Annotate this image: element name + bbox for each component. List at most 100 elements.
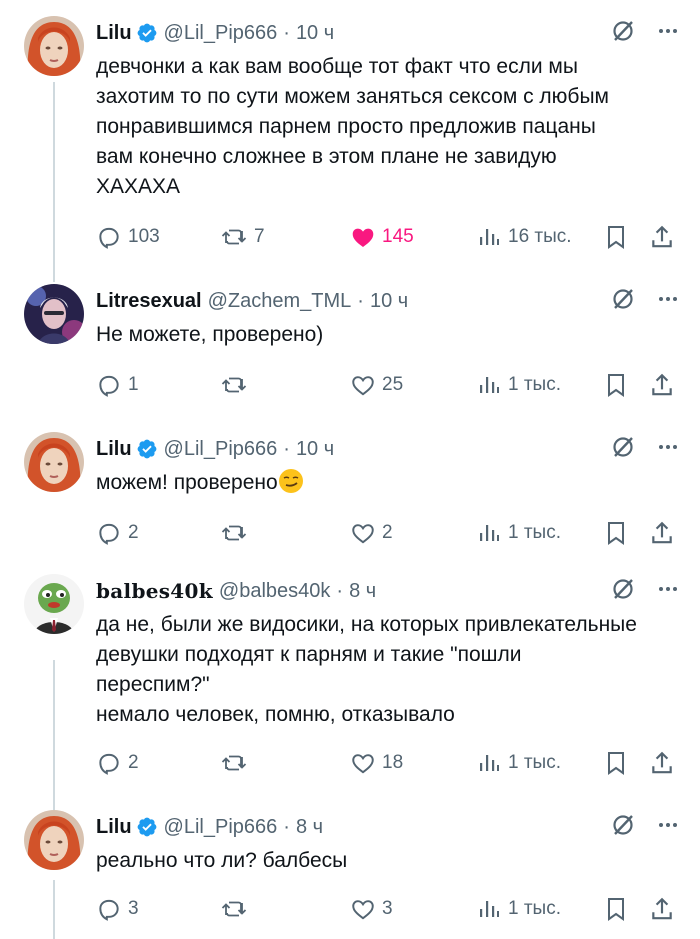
like-icon [352, 376, 374, 396]
views-icon [480, 525, 499, 541]
tweet-text: реально что ли? балбесы [96, 849, 348, 872]
timestamp[interactable]: 8 ч [349, 580, 376, 603]
display-name[interactable]: Lilu [96, 438, 132, 461]
reply-icon [99, 753, 119, 775]
grok-icon[interactable] [610, 576, 636, 602]
avatar[interactable] [24, 810, 84, 870]
repost-icon [221, 377, 247, 393]
reply-count: 1 [128, 374, 139, 395]
separator: · [283, 21, 290, 44]
display-name[interactable]: Litresexual [96, 290, 202, 313]
like-button[interactable]: 145 [350, 222, 414, 252]
views-button[interactable]: 1 тыс. [478, 518, 561, 548]
repost-button[interactable] [220, 518, 254, 548]
verified-badge-icon [137, 817, 156, 837]
views-button[interactable]: 16 тыс. [478, 222, 572, 252]
share-icon [652, 521, 672, 544]
more-icon[interactable] [656, 19, 680, 43]
reply-count: 2 [128, 752, 139, 773]
repost-button[interactable] [220, 894, 254, 924]
view-count: 1 тыс. [508, 898, 561, 919]
timestamp[interactable]: 8 ч [296, 816, 323, 839]
more-icon[interactable] [656, 435, 680, 459]
reply-button[interactable]: 2 [96, 748, 139, 778]
more-icon[interactable] [656, 813, 680, 837]
thread-line [53, 660, 55, 810]
view-count: 16 тыс. [508, 226, 572, 247]
reply-button[interactable]: 3 [96, 894, 139, 924]
like-icon [352, 524, 374, 544]
avatar[interactable] [24, 432, 84, 492]
reply-button[interactable]: 2 [96, 518, 139, 548]
bookmark-button[interactable] [604, 518, 628, 548]
repost-icon [221, 901, 247, 917]
bookmark-icon [608, 374, 624, 397]
display-name[interactable]: Lilu [96, 22, 132, 45]
thread-line [53, 880, 55, 939]
bookmark-button[interactable] [604, 894, 628, 924]
avatar[interactable] [24, 574, 84, 634]
bookmark-button[interactable] [604, 222, 628, 252]
display-name[interactable]: Lilu [96, 816, 132, 839]
views-button[interactable]: 1 тыс. [478, 370, 561, 400]
like-count: 2 [382, 522, 393, 543]
reply-count: 103 [128, 226, 160, 247]
tweet-text: девчонки а как вам вообще тот факт что е… [96, 55, 609, 198]
like-count: 18 [382, 752, 404, 773]
timestamp[interactable]: 10 ч [296, 438, 334, 461]
grok-icon[interactable] [610, 812, 636, 838]
views-button[interactable]: 1 тыс. [478, 894, 561, 924]
separator: · [357, 289, 364, 312]
like-count: 25 [382, 374, 404, 395]
handle[interactable]: @Lil_Pip666 [164, 816, 278, 839]
handle[interactable]: @Lil_Pip666 [164, 22, 278, 45]
action-bar: 3 3 1 тыс. [96, 894, 680, 924]
share-button[interactable] [649, 370, 675, 400]
more-icon[interactable] [656, 577, 680, 601]
reply-button[interactable]: 103 [96, 222, 160, 252]
repost-button[interactable] [220, 370, 254, 400]
timestamp[interactable]: 10 ч [296, 22, 334, 45]
like-button[interactable]: 25 [350, 370, 403, 400]
views-button[interactable]: 1 тыс. [478, 748, 561, 778]
share-button[interactable] [649, 748, 675, 778]
action-bar: 103 7 145 16 тыс. [96, 222, 680, 252]
share-button[interactable] [649, 222, 675, 252]
bookmark-button[interactable] [604, 748, 628, 778]
share-icon [652, 373, 672, 396]
reply-button[interactable]: 1 [96, 370, 139, 400]
reply-icon [99, 227, 119, 249]
bookmark-icon [608, 898, 624, 921]
avatar[interactable] [24, 16, 84, 76]
bookmark-icon [608, 522, 624, 545]
grok-icon[interactable] [610, 434, 636, 460]
action-bar: 2 2 1 тыс. [96, 518, 680, 548]
grok-icon[interactable] [610, 18, 636, 44]
handle[interactable]: @balbes40k [219, 580, 330, 603]
like-button[interactable]: 18 [350, 748, 403, 778]
like-count: 3 [382, 898, 393, 919]
handle[interactable]: @Zachem_TML [208, 290, 352, 313]
separator: · [283, 437, 290, 460]
share-button[interactable] [649, 518, 675, 548]
repost-icon [221, 525, 247, 541]
reply-count: 2 [128, 522, 139, 543]
tweet-text: Не можете, проверено) [96, 323, 324, 346]
like-icon [352, 900, 374, 920]
tweet-text: да не, были же видосики, на которых прив… [96, 613, 637, 726]
display-name[interactable]: balbes40k [96, 579, 213, 603]
like-button[interactable]: 2 [350, 518, 393, 548]
grok-icon[interactable] [610, 286, 636, 312]
view-count: 1 тыс. [508, 522, 561, 543]
views-icon [480, 755, 499, 771]
timestamp[interactable]: 10 ч [370, 290, 408, 313]
bookmark-button[interactable] [604, 370, 628, 400]
handle[interactable]: @Lil_Pip666 [164, 438, 278, 461]
share-button[interactable] [649, 894, 675, 924]
repost-button[interactable]: 7 [220, 222, 265, 252]
more-icon[interactable] [656, 287, 680, 311]
view-count: 1 тыс. [508, 752, 561, 773]
like-button[interactable]: 3 [350, 894, 393, 924]
avatar[interactable] [24, 284, 84, 344]
repost-button[interactable] [220, 748, 254, 778]
